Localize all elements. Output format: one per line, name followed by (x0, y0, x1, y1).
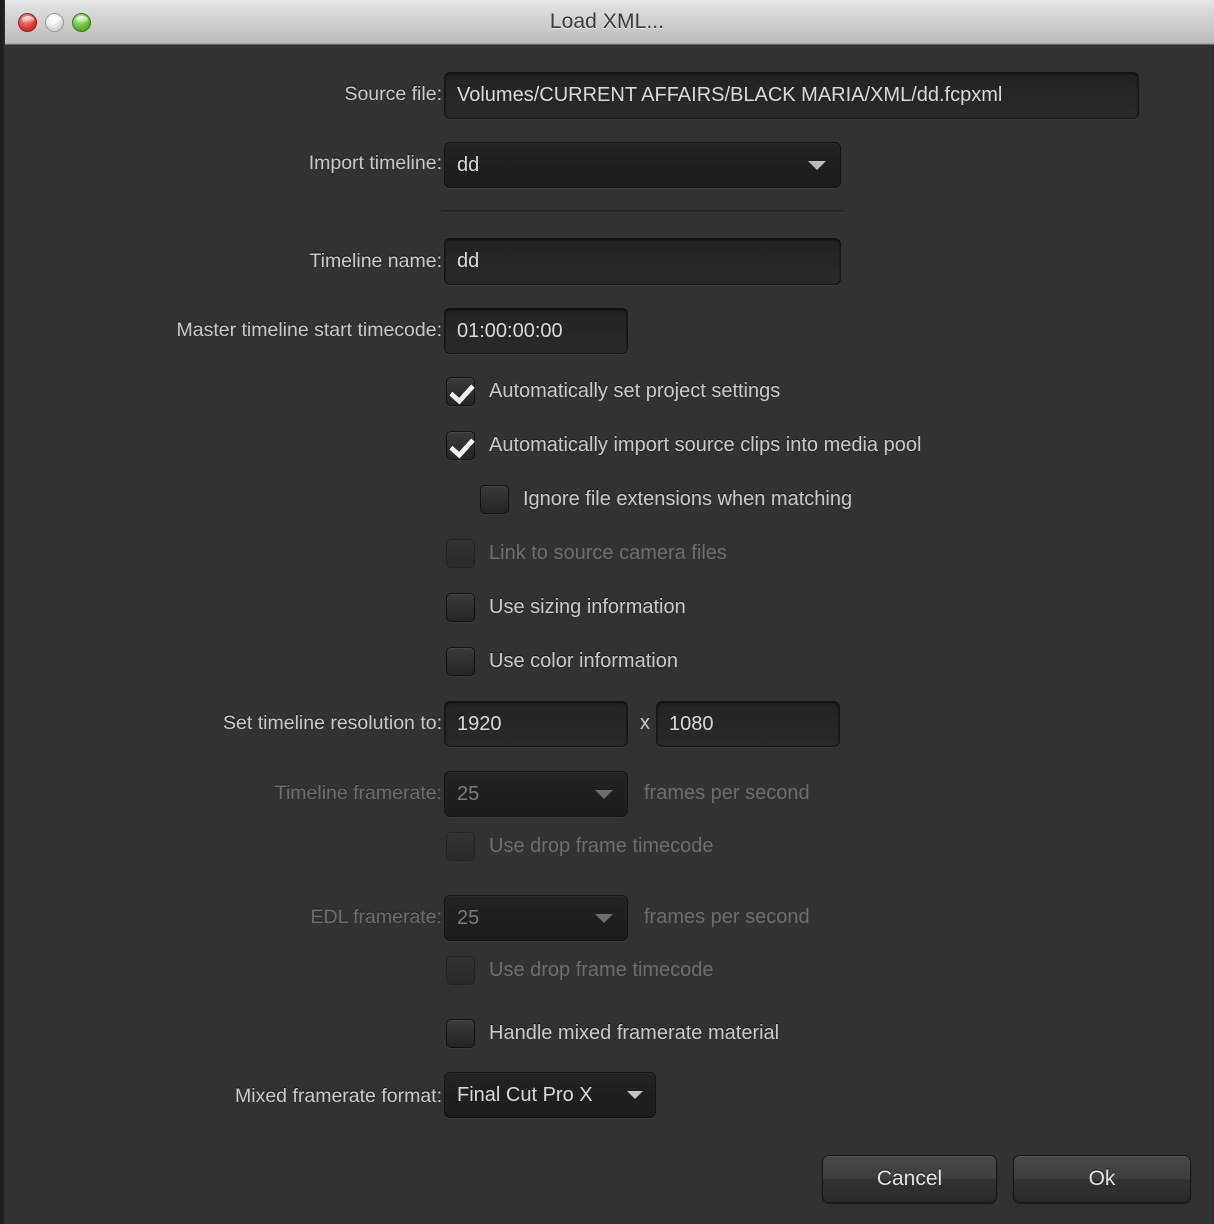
timeline-resolution-width-input[interactable]: 1920 (444, 701, 628, 747)
edl-framerate-label: EDL framerate: (310, 906, 443, 928)
checkbox-label-ignore-file-extensions: Ignore file extensions when matching (523, 488, 853, 510)
checkbox-row-link-source-camera-files: Link to source camera files (446, 539, 727, 568)
resolution-separator-label: x (640, 712, 650, 734)
import-timeline-dropdown[interactable]: dd (444, 142, 841, 188)
checkbox-row-auto-import-clips[interactable]: Automatically import source clips into m… (446, 431, 921, 460)
checkbox-label-link-source-camera-files: Link to source camera files (489, 542, 727, 564)
window-title: Load XML... (549, 10, 665, 33)
chevron-down-icon (595, 913, 613, 923)
checkbox-row-auto-project-settings[interactable]: Automatically set project settings (446, 377, 780, 406)
timeline-name-input[interactable]: dd (444, 238, 841, 285)
zoom-button-icon[interactable] (72, 13, 91, 32)
checkbox-row-edl-drop-frame-timecode: Use drop frame timecode (446, 956, 714, 985)
checkbox-timeline-drop-frame-timecode (446, 832, 475, 861)
window-titlebar: Load XML... (0, 0, 1214, 45)
checkbox-label-timeline-drop-frame-timecode: Use drop frame timecode (489, 835, 714, 857)
checkbox-row-ignore-file-extensions[interactable]: Ignore file extensions when matching (480, 485, 852, 514)
master-start-timecode-input[interactable]: 01:00:00:00 (444, 308, 628, 354)
chevron-down-icon (595, 789, 613, 799)
timeline-resolution-label: Set timeline resolution to: (223, 712, 442, 734)
chevron-down-icon (808, 160, 826, 170)
master-start-timecode-label: Master timeline start timecode: (176, 319, 442, 341)
checkbox-row-use-sizing-information[interactable]: Use sizing information (446, 593, 686, 622)
section-divider (441, 210, 843, 213)
checkbox-use-sizing-information[interactable] (446, 593, 475, 622)
ok-button[interactable]: Ok (1013, 1155, 1191, 1203)
source-file-input[interactable]: Volumes/CURRENT AFFAIRS/BLACK MARIA/XML/… (444, 72, 1139, 119)
timeline-resolution-height-input[interactable]: 1080 (656, 701, 840, 747)
window-controls (18, 13, 91, 32)
timeline-framerate-label: Timeline framerate: (274, 782, 442, 804)
checkbox-link-source-camera-files (446, 539, 475, 568)
close-button-icon[interactable] (18, 13, 37, 32)
minimize-button-icon[interactable] (45, 13, 64, 32)
checkbox-handle-mixed-framerate[interactable] (446, 1019, 475, 1048)
edl-framerate-suffix: frames per second (644, 906, 810, 928)
checkbox-label-use-color-information: Use color information (489, 650, 678, 672)
checkbox-row-use-color-information[interactable]: Use color information (446, 647, 678, 676)
checkbox-ignore-file-extensions[interactable] (480, 485, 509, 514)
checkbox-row-handle-mixed-framerate[interactable]: Handle mixed framerate material (446, 1019, 779, 1048)
timeline-framerate-value: 25 (457, 782, 480, 805)
checkbox-label-edl-drop-frame-timecode: Use drop frame timecode (489, 959, 714, 981)
checkbox-use-color-information[interactable] (446, 647, 475, 676)
dialog-body: Source file: Volumes/CURRENT AFFAIRS/BLA… (0, 45, 1214, 1224)
load-xml-dialog-window: Load XML... Source file: Volumes/CURRENT… (0, 0, 1214, 1224)
checkbox-edl-drop-frame-timecode (446, 956, 475, 985)
window-left-edge (0, 0, 5, 1224)
timeline-framerate-dropdown: 25 (444, 771, 628, 817)
import-timeline-label: Import timeline: (308, 152, 442, 174)
checkbox-auto-project-settings[interactable] (446, 377, 475, 406)
checkbox-label-use-sizing-information: Use sizing information (489, 596, 686, 618)
cancel-button[interactable]: Cancel (822, 1155, 997, 1203)
timeline-name-label: Timeline name: (309, 250, 442, 272)
checkbox-auto-import-clips[interactable] (446, 431, 475, 460)
mixed-framerate-format-dropdown[interactable]: Final Cut Pro X (444, 1072, 656, 1118)
chevron-down-icon (627, 1091, 643, 1099)
checkbox-label-handle-mixed-framerate: Handle mixed framerate material (489, 1022, 780, 1044)
checkbox-label-auto-project-settings: Automatically set project settings (489, 380, 781, 402)
mixed-framerate-format-value: Final Cut Pro X (457, 1083, 593, 1106)
edl-framerate-dropdown: 25 (444, 895, 628, 941)
source-file-label: Source file: (344, 83, 442, 105)
checkbox-row-timeline-drop-frame-timecode: Use drop frame timecode (446, 832, 714, 861)
import-timeline-value: dd (457, 153, 480, 176)
timeline-framerate-suffix: frames per second (644, 782, 810, 804)
mixed-framerate-format-label: Mixed framerate format: (235, 1085, 442, 1107)
edl-framerate-value: 25 (457, 906, 480, 929)
checkbox-label-auto-import-clips: Automatically import source clips into m… (489, 434, 922, 456)
